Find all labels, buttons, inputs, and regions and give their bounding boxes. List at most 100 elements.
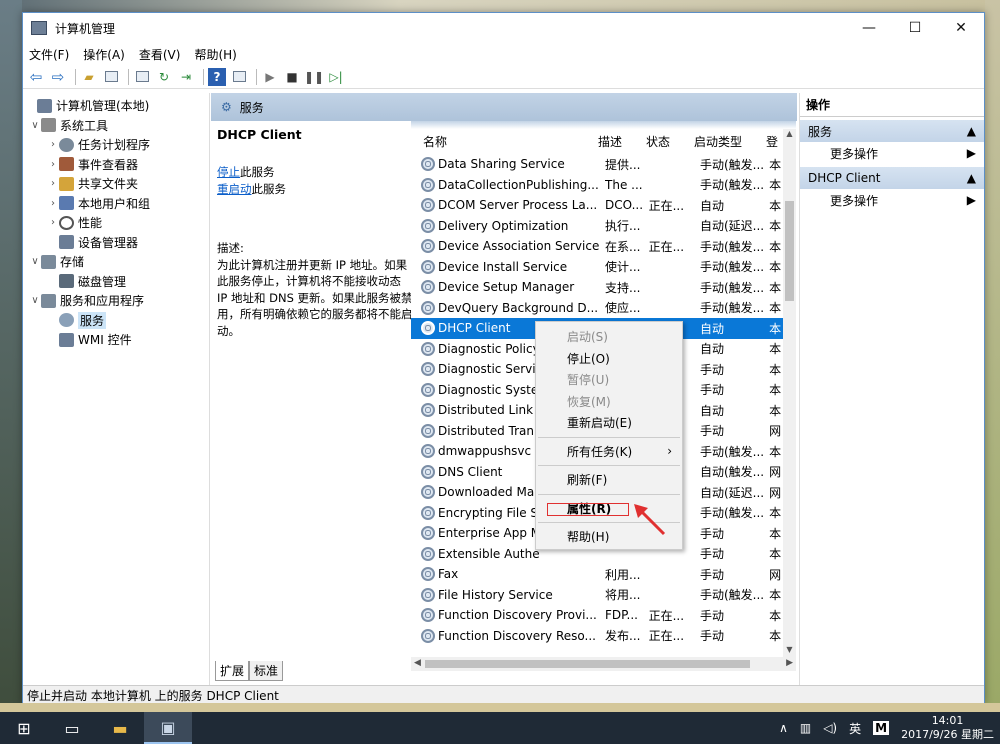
table-row[interactable]: Data Sharing Service 提供... 手动(触发... 本 bbox=[411, 154, 783, 175]
scroll-down-icon[interactable]: ▼ bbox=[783, 645, 796, 657]
up-folder-icon[interactable]: ▰ bbox=[80, 68, 98, 86]
computer-management-taskbar-icon[interactable]: ▣ bbox=[144, 712, 192, 744]
clock[interactable]: 14:01 2017/9/26 星期二 bbox=[901, 714, 994, 742]
tree-node-system-tools[interactable]: ∨ 系统工具 bbox=[23, 116, 209, 136]
tree-node-services-apps[interactable]: ∨ 服务和应用程序 bbox=[23, 291, 209, 311]
input-language[interactable]: 英 bbox=[849, 720, 861, 737]
context-menu-item[interactable]: 恢复(M) bbox=[536, 391, 682, 413]
menu-view[interactable]: 查看(V) bbox=[139, 46, 181, 63]
scroll-thumb[interactable] bbox=[425, 660, 750, 668]
table-row[interactable]: File History Service 将用... 手动(触发... 本 bbox=[411, 585, 783, 606]
task-view-icon[interactable]: ▭ bbox=[48, 712, 96, 744]
table-row[interactable]: DataCollectionPublishing... The ... 手动(触发.… bbox=[411, 175, 783, 196]
network-icon[interactable]: ▥ bbox=[800, 721, 811, 735]
service-gear-icon bbox=[421, 403, 435, 418]
actions-section-dhcp[interactable]: DHCP Client ▲ bbox=[800, 167, 984, 189]
properties-icon[interactable] bbox=[133, 68, 151, 86]
context-menu-item[interactable]: 暂停(U) bbox=[536, 369, 682, 391]
table-row[interactable]: DevQuery Background D... 使应... 手动(触发... 本 bbox=[411, 298, 783, 319]
service-gear-icon bbox=[421, 321, 435, 336]
menu-help[interactable]: 帮助(H) bbox=[194, 46, 236, 63]
close-button[interactable]: ✕ bbox=[938, 13, 984, 43]
help-icon[interactable]: ? bbox=[208, 67, 226, 86]
table-row[interactable]: DCOM Server Process La... DCO... 正在... 自动 本 bbox=[411, 195, 783, 216]
collapse-up-icon[interactable]: ▲ bbox=[967, 124, 976, 138]
tree-node-storage[interactable]: ∨ 存储 bbox=[23, 252, 209, 272]
more-actions-item[interactable]: 更多操作 ▶ bbox=[800, 189, 984, 211]
scroll-thumb[interactable] bbox=[785, 201, 794, 301]
maximize-button[interactable]: ☐ bbox=[892, 13, 938, 43]
tree-node-task-scheduler[interactable]: › 任务计划程序 bbox=[23, 135, 209, 155]
tree-node-performance[interactable]: › 性能 bbox=[23, 213, 209, 233]
chevron-right-icon[interactable]: › bbox=[47, 139, 59, 150]
table-row[interactable]: Function Discovery Provi... FDP... 正在... 手动… bbox=[411, 605, 783, 626]
context-menu-item[interactable]: 所有任务(K) › bbox=[536, 441, 682, 463]
column-startup-type[interactable]: 启动类型 bbox=[682, 133, 754, 150]
chevron-down-icon[interactable]: ∨ bbox=[29, 120, 41, 131]
chevron-down-icon[interactable]: ∨ bbox=[29, 256, 41, 267]
more-actions-item[interactable]: 更多操作 ▶ bbox=[800, 142, 984, 164]
pause-service-icon[interactable]: ❚❚ bbox=[304, 68, 324, 86]
scroll-right-icon[interactable]: ▶ bbox=[786, 658, 793, 668]
column-description[interactable]: 描述 bbox=[586, 133, 634, 150]
column-status[interactable]: 状态 bbox=[634, 133, 682, 150]
tree-node-shared-folders[interactable]: › 共享文件夹 bbox=[23, 174, 209, 194]
table-row[interactable]: Device Setup Manager 支持... 手动(触发... 本 bbox=[411, 277, 783, 298]
tree-node-wmi[interactable]: WMI 控件 bbox=[23, 330, 209, 350]
table-row[interactable]: Device Association Service 在系... 正在... 手动(触… bbox=[411, 236, 783, 257]
service-startup: 自动 bbox=[699, 403, 724, 418]
scroll-up-icon[interactable]: ▲ bbox=[783, 129, 796, 141]
chevron-right-icon[interactable]: › bbox=[47, 178, 59, 189]
restart-service-icon[interactable]: ▷| bbox=[327, 68, 345, 86]
context-menu-item[interactable]: 启动(S) bbox=[536, 326, 682, 348]
tree-node-device-manager[interactable]: 设备管理器 bbox=[23, 233, 209, 253]
export-list-icon[interactable]: ⇥ bbox=[177, 68, 195, 86]
refresh-icon[interactable]: ↻ bbox=[155, 68, 173, 86]
file-explorer-icon[interactable]: ▬ bbox=[96, 712, 144, 744]
minimize-button[interactable]: — bbox=[846, 13, 892, 43]
menu-separator bbox=[538, 493, 680, 495]
actions-section-services[interactable]: 服务 ▲ bbox=[800, 120, 984, 142]
context-menu-item[interactable]: 刷新(F) bbox=[536, 469, 682, 491]
tree-node-event-viewer[interactable]: › 事件查看器 bbox=[23, 155, 209, 175]
tree-node-services[interactable]: 服务 bbox=[23, 311, 209, 331]
vertical-scrollbar[interactable]: ▲ ▼ bbox=[783, 129, 796, 657]
service-logon: 本 bbox=[769, 239, 782, 254]
scroll-left-icon[interactable]: ◀ bbox=[414, 658, 421, 668]
start-windows-icon[interactable]: ⊞ bbox=[0, 712, 48, 744]
chevron-right-icon[interactable]: › bbox=[47, 217, 59, 228]
menu-action[interactable]: 操作(A) bbox=[83, 46, 125, 63]
back-arrow-icon[interactable]: ⇦ bbox=[27, 68, 45, 86]
stop-service-icon[interactable]: ■ bbox=[283, 68, 301, 86]
start-service-icon[interactable]: ▶ bbox=[261, 68, 279, 86]
tree-label: 任务计划程序 bbox=[78, 138, 151, 153]
table-row[interactable]: Device Install Service 使计... 手动(触发... 本 bbox=[411, 257, 783, 278]
tree-node-disk-management[interactable]: 磁盘管理 bbox=[23, 272, 209, 292]
horizontal-scrollbar[interactable]: ◀ ▶ bbox=[411, 657, 796, 671]
chevron-up-icon[interactable]: ∧ bbox=[779, 721, 788, 735]
tree-node-root[interactable]: 计算机管理(本地) bbox=[23, 96, 209, 116]
show-tree-icon[interactable] bbox=[102, 68, 120, 86]
ime-indicator[interactable]: M bbox=[873, 721, 890, 735]
table-row[interactable]: Function Discovery Reso... 发布... 正在... 手动 本 bbox=[411, 626, 783, 647]
column-logon[interactable]: 登 bbox=[754, 133, 778, 150]
table-row[interactable]: Fax 利用... 手动 网 bbox=[411, 564, 783, 585]
context-menu-item[interactable]: 重新启动(E) bbox=[536, 412, 682, 434]
tab-standard[interactable]: 标准 bbox=[249, 661, 284, 681]
chevron-down-icon[interactable]: ∨ bbox=[29, 295, 41, 306]
table-row[interactable]: Delivery Optimization 执行... 自动(延迟... 本 bbox=[411, 216, 783, 237]
collapse-up-icon[interactable]: ▲ bbox=[967, 171, 976, 185]
menu-file[interactable]: 文件(F) bbox=[29, 46, 69, 63]
stop-service-link[interactable]: 停止 bbox=[217, 165, 240, 179]
console-view-icon[interactable] bbox=[230, 68, 248, 86]
context-menu-label: 停止(O) bbox=[567, 351, 610, 366]
forward-arrow-icon[interactable]: ⇨ bbox=[49, 68, 67, 86]
tab-extended[interactable]: 扩展 bbox=[215, 661, 250, 681]
tree-node-local-users[interactable]: › 本地用户和组 bbox=[23, 194, 209, 214]
chevron-right-icon[interactable]: › bbox=[47, 198, 59, 209]
context-menu-item[interactable]: 停止(O) bbox=[536, 348, 682, 370]
restart-service-link[interactable]: 重启动 bbox=[217, 182, 252, 196]
volume-icon[interactable]: ◁) bbox=[823, 721, 837, 735]
column-name[interactable]: 名称 bbox=[411, 133, 586, 150]
chevron-right-icon[interactable]: › bbox=[47, 159, 59, 170]
